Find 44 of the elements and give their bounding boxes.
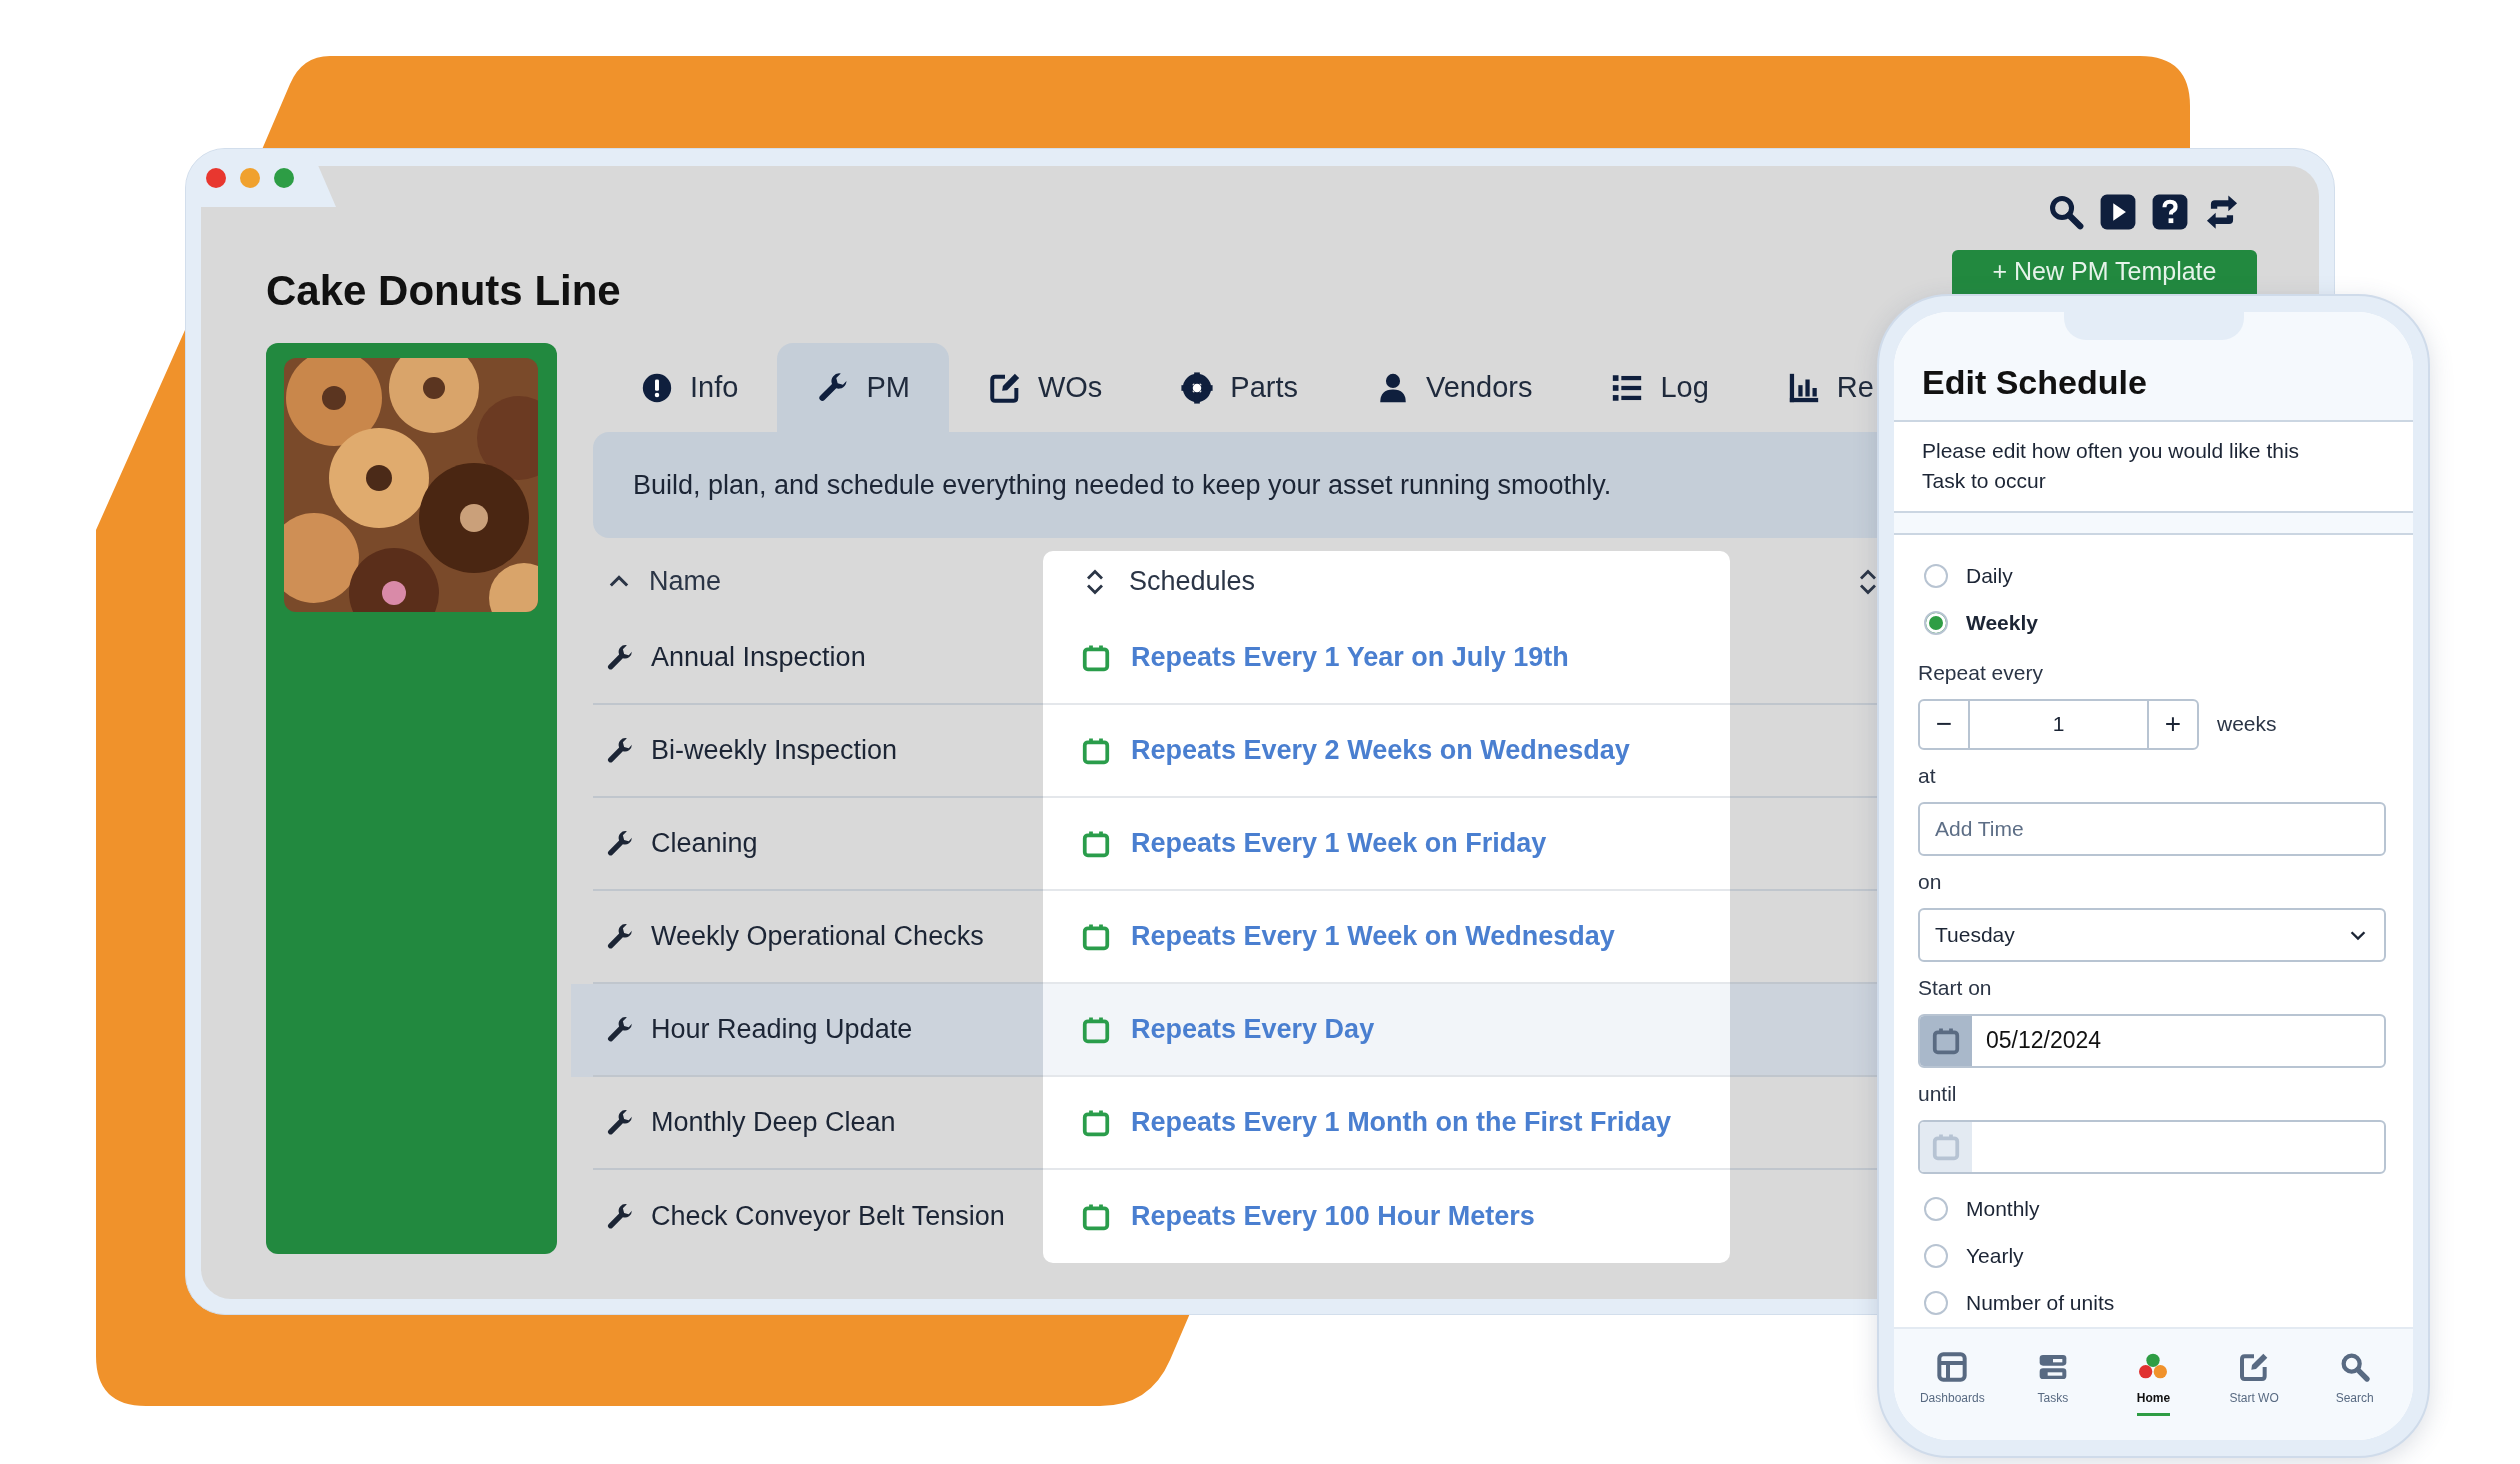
field-label: until: [1918, 1080, 1957, 1107]
radio-option[interactable]: Monthly: [1918, 1185, 2040, 1233]
task-name: Monthly Deep Clean: [651, 1107, 896, 1138]
column-header[interactable]: Name: [649, 566, 722, 597]
tab[interactable]: Parts: [1141, 343, 1337, 432]
date-field[interactable]: 05/12/2024: [1918, 1013, 2386, 1068]
task-name: Weekly Operational Checks: [651, 921, 984, 952]
increment-button[interactable]: +: [2147, 698, 2199, 750]
tab[interactable]: WOs: [948, 343, 1142, 432]
column-header[interactable]: Schedules: [1129, 566, 1256, 597]
schedule-link[interactable]: Repeats Every 1 Year on July 19th: [1131, 642, 1569, 673]
schedule-link[interactable]: Repeats Every 100 Hour Meters: [1131, 1201, 1535, 1232]
radio-option[interactable]: Daily: [1918, 552, 2013, 600]
time-field[interactable]: Add Time: [1918, 801, 2386, 856]
tab[interactable]: Info: [601, 343, 778, 432]
nav-item[interactable]: Home: [2103, 1328, 2204, 1440]
task-name: Check Conveyor Belt Tension: [651, 1201, 1005, 1232]
page-title: Cake Donuts Line: [266, 266, 621, 316]
nav-item[interactable]: Dashboards: [1902, 1328, 2003, 1440]
task-name: Cleaning: [651, 828, 758, 859]
nav-item[interactable]: Tasks: [2002, 1328, 2104, 1440]
schedule-link[interactable]: Repeats Every 1 Week on Friday: [1131, 828, 1547, 859]
radio-option[interactable]: Number of units: [1918, 1279, 2115, 1327]
tab[interactable]: PM: [777, 343, 949, 432]
schedule-link[interactable]: Repeats Every 1 Week on Wednesday: [1131, 921, 1615, 952]
nav-item[interactable]: Start WO: [2203, 1328, 2305, 1440]
quantity-field[interactable]: 1: [1970, 698, 2147, 750]
task-name: Hour Reading Update: [651, 1014, 913, 1045]
tab[interactable]: Log: [1571, 343, 1748, 432]
radio-option[interactable]: Yearly: [1918, 1232, 2024, 1280]
field-label: at: [1918, 762, 1936, 789]
schedule-link[interactable]: Repeats Every 1 Month on the First Friday: [1131, 1107, 1672, 1138]
task-name: Annual Inspection: [651, 642, 866, 673]
day-select[interactable]: Tuesday: [1918, 907, 2386, 962]
field-label: Repeat every: [1918, 659, 2043, 686]
schedule-link[interactable]: Repeats Every 2 Weeks on Wednesday: [1131, 735, 1630, 766]
tab[interactable]: Vendors: [1337, 343, 1572, 432]
dialog-description: Please edit how often you would like this Task to occur: [1922, 438, 2301, 495]
schedule-link[interactable]: Repeats Every Day: [1131, 1014, 1375, 1045]
dialog-title: Edit Schedule: [1922, 362, 2148, 402]
decrement-button[interactable]: −: [1918, 698, 1970, 750]
task-name: Bi-weekly Inspection: [651, 735, 898, 766]
banner-text: Build, plan, and schedule everything needed to keep your asset running smoothly.: [633, 469, 1612, 501]
nav-item[interactable]: Search: [2304, 1328, 2405, 1440]
